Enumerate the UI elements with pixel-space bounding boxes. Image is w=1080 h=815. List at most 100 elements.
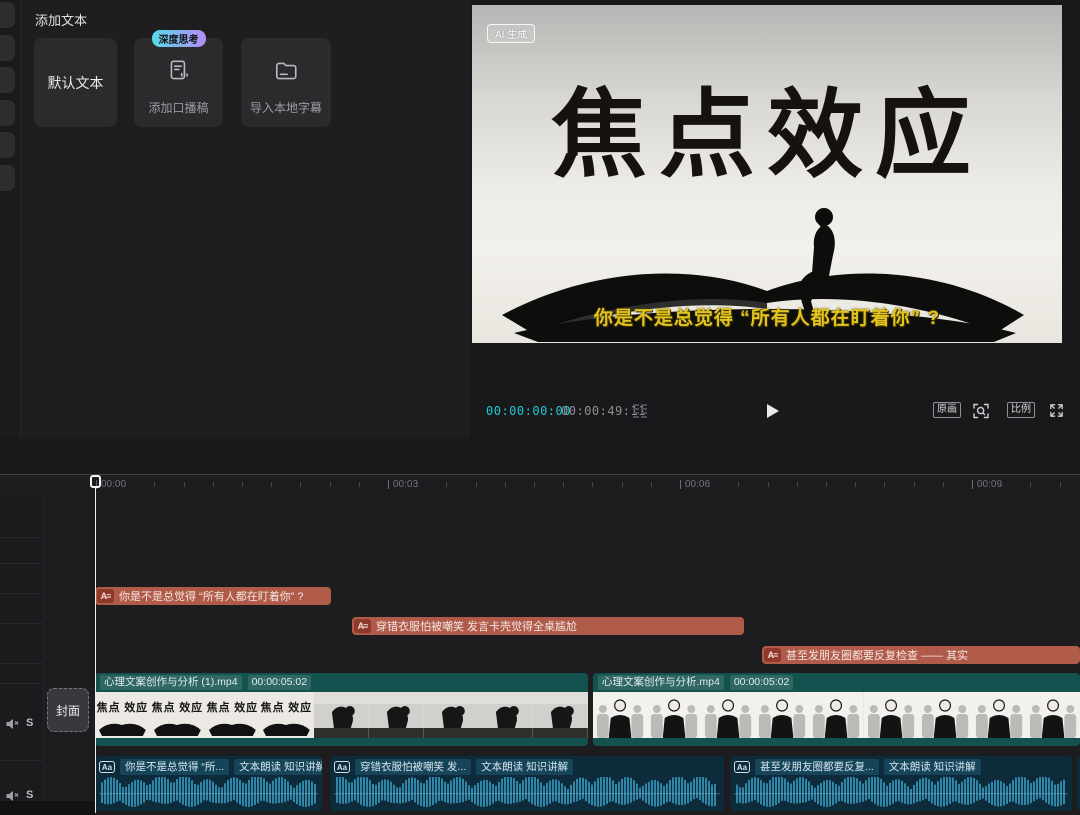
audio-clip[interactable]: Aa你是不是总觉得 “所... 文本朗读 知识讲解 bbox=[95, 756, 322, 811]
zoom-preview-icon[interactable] bbox=[972, 402, 990, 425]
ruler-tick-minor bbox=[884, 482, 885, 487]
left-rail bbox=[0, 0, 20, 437]
timeline-toolbar: 限免 bbox=[0, 437, 1080, 474]
ruler-tick-minor bbox=[154, 482, 155, 487]
video-clip-name: 心理文案创作与分析.mp4 bbox=[598, 675, 724, 690]
audio-clip-text: 穿错衣服怕被嘲笑 发... bbox=[355, 759, 471, 775]
play-button[interactable] bbox=[766, 403, 780, 419]
ruler-tick-minor bbox=[768, 482, 769, 487]
text-clip[interactable]: A≡ 甚至发朋友圈都要反复检查 —— 其实 bbox=[762, 646, 1080, 664]
import-local-subtitles-card[interactable]: 导入本地字幕 bbox=[241, 38, 331, 127]
ruler-tick-minor bbox=[914, 482, 915, 487]
original-quality-button[interactable]: 原画 bbox=[933, 402, 961, 418]
tts-audio-icon: Aa bbox=[334, 761, 350, 773]
mute-track-icon[interactable] bbox=[5, 717, 19, 736]
ruler-tick-minor bbox=[738, 482, 739, 487]
ruler-tick-major bbox=[680, 480, 681, 489]
svg-text:焦点 效应: 焦点 效应 bbox=[260, 700, 312, 714]
sidebar-collapsed-item[interactable] bbox=[0, 67, 15, 93]
ai-generated-badge: AI 生成 bbox=[487, 24, 535, 43]
text-clip[interactable]: A≡ 穿错衣服怕被嘲笑 发言卡壳觉得全桌尴尬 bbox=[352, 617, 744, 635]
ruler-tick-minor bbox=[242, 482, 243, 487]
sidebar-collapsed-item[interactable] bbox=[0, 132, 15, 158]
track-row-divider bbox=[0, 563, 43, 564]
ruler-tick-minor bbox=[563, 482, 564, 487]
solo-track-button[interactable]: S bbox=[26, 717, 33, 729]
ruler-tick-minor bbox=[300, 482, 301, 487]
ruler-tick-minor bbox=[125, 482, 126, 487]
timeline-area: 00:0000:0300:0600:09 S S bbox=[0, 474, 1080, 815]
ruler-tick-minor bbox=[651, 482, 652, 487]
sidebar-collapsed-item[interactable] bbox=[0, 35, 15, 61]
ratio-button[interactable]: 比例 bbox=[1007, 402, 1035, 418]
track-row-divider bbox=[0, 683, 43, 684]
ruler-tick-minor bbox=[1001, 482, 1002, 487]
sidebar-collapsed-item[interactable] bbox=[0, 2, 15, 28]
ruler-tick-minor bbox=[797, 482, 798, 487]
player-controls: 00:00:00:00 00:00:49:11 原画 比例 bbox=[470, 395, 1080, 427]
timeline-ruler[interactable]: 00:0000:0300:0600:09 bbox=[0, 475, 1080, 494]
ruler-tick-minor bbox=[855, 482, 856, 487]
audio-clip-text: 甚至发朋友圈都要反复... bbox=[755, 759, 879, 775]
ruler-tick-minor bbox=[505, 482, 506, 487]
ruler-tick-minor bbox=[184, 482, 185, 487]
video-frame: AI 生成 焦点效应 你是不是总觉得 “所有人都在盯着你” ? bbox=[472, 5, 1062, 343]
sidebar-collapsed-item[interactable] bbox=[0, 100, 15, 126]
ruler-tick-minor bbox=[213, 482, 214, 487]
video-thumbnails: 焦点 效应 焦点 效应 焦点 效应 焦点 效应 bbox=[95, 692, 588, 738]
ruler-tick-minor bbox=[622, 482, 623, 487]
ruler-tick-minor bbox=[1030, 482, 1031, 487]
ruler-tick-minor bbox=[476, 482, 477, 487]
text-clip-label: 穿错衣服怕被嘲笑 发言卡壳觉得全桌尴尬 bbox=[376, 618, 577, 634]
ruler-label: 00:06 bbox=[685, 479, 710, 490]
add-voiceover-script-card[interactable]: 深度思考 添加口播稿 bbox=[134, 38, 223, 127]
video-clip-titlebar: 心理文案创作与分析 (1).mp4 00:00:05:02 bbox=[95, 673, 588, 692]
ruler-label: 00:03 bbox=[393, 479, 418, 490]
svg-text:焦点 效应: 焦点 效应 bbox=[205, 700, 257, 714]
video-clip-name: 心理文案创作与分析 (1).mp4 bbox=[100, 675, 242, 690]
playhead-line[interactable] bbox=[95, 486, 96, 813]
track-row-divider bbox=[0, 537, 43, 538]
header-bottom-gap bbox=[0, 801, 95, 815]
fullscreen-icon[interactable] bbox=[1048, 402, 1065, 424]
audio-clip[interactable]: Aa穿错衣服怕被嘲笑 发... 文本朗读 知识讲解 bbox=[330, 756, 724, 811]
cover-button[interactable]: 封面 bbox=[47, 688, 89, 732]
ruler-tick-minor bbox=[1060, 482, 1061, 487]
solo-track-button[interactable]: S bbox=[26, 789, 33, 801]
text-clip[interactable]: A≡ 你是不是总觉得 “所有人都在盯着你” ? bbox=[95, 587, 331, 605]
ruler-tick-minor bbox=[943, 482, 944, 487]
video-clip[interactable]: 心理文案创作与分析 (1).mp4 00:00:05:02 焦点 效应 焦点 效… bbox=[95, 673, 588, 746]
text-clip-icon: A≡ bbox=[764, 648, 781, 662]
import-local-subtitles-label: 导入本地字幕 bbox=[241, 99, 331, 116]
sidebar-collapsed-item[interactable] bbox=[0, 165, 15, 191]
ruler-tick-minor bbox=[271, 482, 272, 487]
audio-clip-tags: 文本朗读 知识讲解 bbox=[234, 759, 322, 775]
audio-waveform bbox=[334, 776, 720, 811]
track-row-divider bbox=[0, 663, 43, 664]
audio-clip-labelbar: Aa甚至发朋友圈都要反复... 文本朗读 知识讲解 bbox=[734, 759, 1068, 775]
video-clip-duration: 00:00:05:02 bbox=[248, 675, 311, 690]
audio-clip-labelbar: Aa你是不是总觉得 “所... 文本朗读 知识讲解 bbox=[99, 759, 318, 775]
playhead-handle[interactable] bbox=[90, 475, 101, 488]
track-row-divider bbox=[0, 593, 43, 594]
video-clip[interactable]: 心理文案创作与分析.mp4 00:00:05:02 bbox=[593, 673, 1080, 746]
ruler-tick-minor bbox=[417, 482, 418, 487]
ruler-label: 00:09 bbox=[977, 479, 1002, 490]
video-subtitle-text: 你是不是总觉得 “所有人都在盯着你” ? bbox=[472, 303, 1062, 330]
video-clip-titlebar: 心理文案创作与分析.mp4 00:00:05:02 bbox=[593, 673, 1080, 692]
audio-clip[interactable]: Aa甚至发朋友圈都要反复... 文本朗读 知识讲解 bbox=[730, 756, 1072, 811]
audio-clip-labelbar: Aa穿错衣服怕被嘲笑 发... 文本朗读 知识讲解 bbox=[334, 759, 720, 775]
default-text-card[interactable]: 默认文本 bbox=[34, 38, 117, 127]
render-quality-lines-icon[interactable] bbox=[633, 403, 649, 419]
ruler-tick-minor bbox=[709, 482, 710, 487]
video-title-text: 焦点效应 bbox=[472, 83, 1062, 189]
doc-speech-icon bbox=[166, 58, 192, 89]
video-thumbnails bbox=[593, 692, 1080, 738]
track-row-divider bbox=[0, 760, 43, 761]
add-text-panel: 添加文本 默认文本 深度思考 添加口播稿 bbox=[20, 0, 471, 437]
svg-text:焦点 效应: 焦点 效应 bbox=[96, 700, 148, 714]
tts-audio-icon: Aa bbox=[99, 761, 115, 773]
tts-audio-icon: Aa bbox=[734, 761, 750, 773]
video-track-header: S bbox=[0, 716, 43, 732]
audio-waveform bbox=[99, 776, 318, 811]
